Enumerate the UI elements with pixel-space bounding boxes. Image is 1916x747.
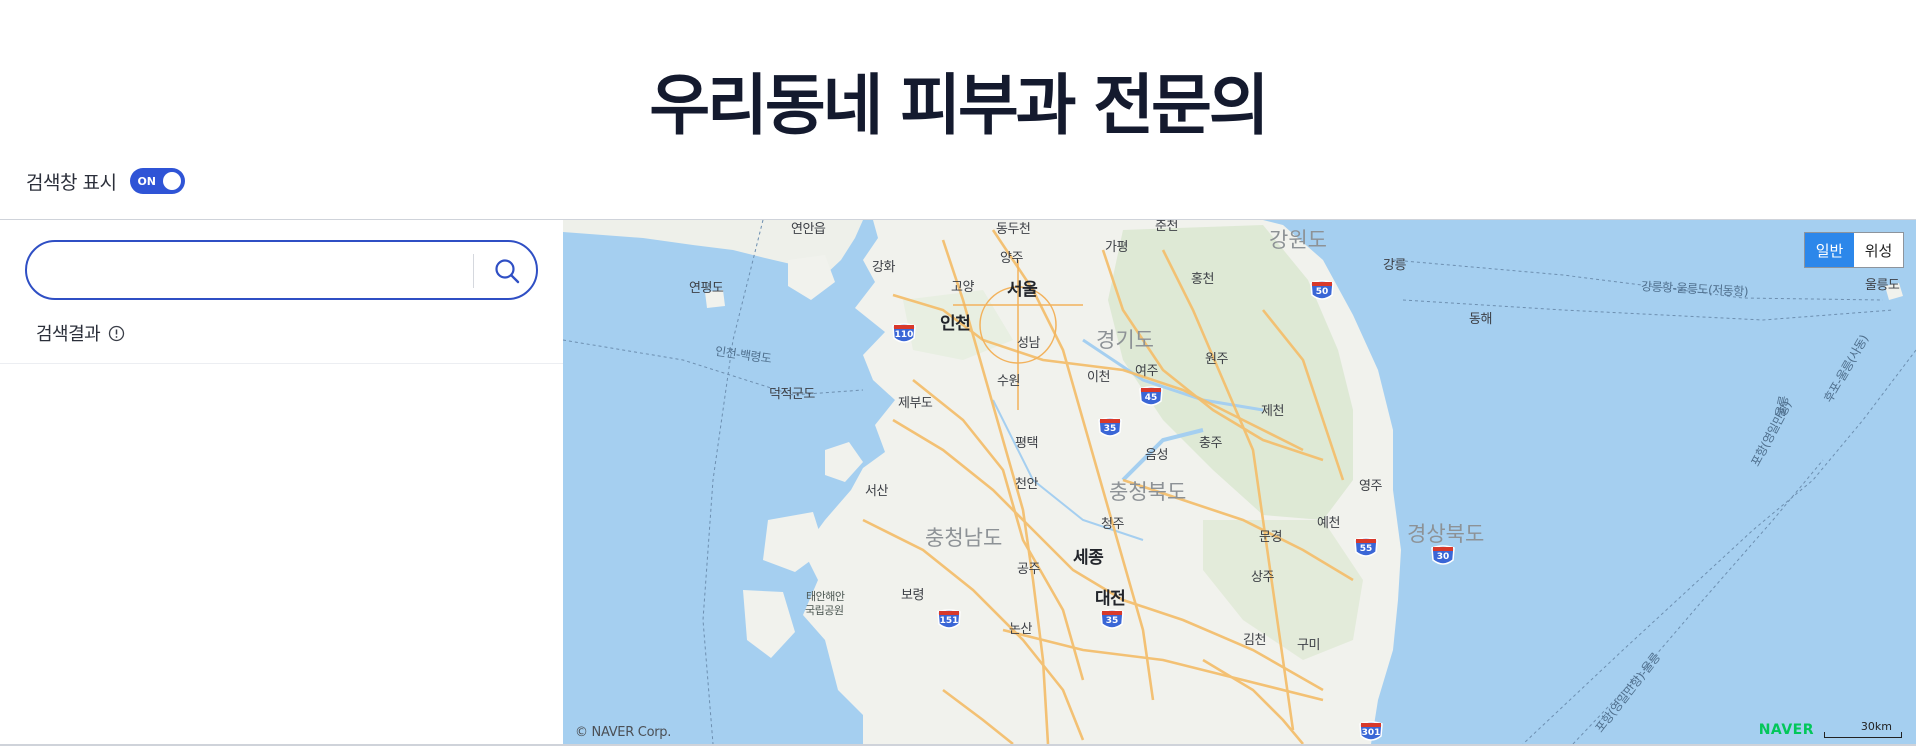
search-panel-toggle[interactable]: ON — [130, 168, 186, 194]
highway-number: 50 — [1315, 287, 1329, 297]
toggle-knob — [163, 172, 182, 190]
province-label: 강원도 — [1269, 228, 1327, 252]
city-label-sejong: 세종 — [1073, 548, 1104, 568]
place-label: 제부도 — [898, 396, 933, 411]
info-icon[interactable] — [108, 325, 125, 342]
place-label: 천안 — [1015, 477, 1038, 492]
highway-shield: 151 — [936, 608, 962, 632]
city-label-incheon: 인천 — [940, 314, 971, 334]
place-label: 음성 — [1145, 448, 1168, 463]
place-label: 양주 — [1000, 251, 1023, 266]
highway-shield: 55 — [1353, 536, 1379, 560]
highway-number: 55 — [1359, 544, 1373, 554]
place-label: 여주 — [1135, 364, 1158, 379]
place-label: 청주 — [1101, 517, 1124, 532]
map-type-control: 일반 위성 — [1804, 232, 1904, 268]
search-sidebar: 검색결과 — [0, 220, 563, 744]
place-label: 울릉도 — [1865, 278, 1900, 293]
place-label: 보령 — [901, 588, 924, 603]
page-title: 우리동네 피부과 전문의 — [649, 67, 1269, 144]
naver-logo[interactable]: NAVER — [1759, 722, 1814, 738]
place-label: 수원 — [997, 374, 1020, 389]
search-input[interactable] — [51, 252, 471, 288]
highway-number: 301 — [1361, 728, 1381, 738]
place-label: 성남 — [1017, 336, 1040, 351]
city-label-seoul: 서울 — [1007, 280, 1038, 300]
place-label: 제천 — [1261, 404, 1284, 419]
map-copyright: © NAVER Corp. — [575, 725, 672, 740]
place-label: 강릉 — [1383, 258, 1406, 273]
map-base — [563, 220, 1916, 744]
results-header: 검색결과 — [36, 320, 125, 346]
place-label: 가평 — [1105, 240, 1128, 255]
place-label: 덕적군도 — [769, 387, 815, 402]
map-scale: 30km — [1824, 720, 1902, 738]
highway-number: 35 — [1103, 424, 1117, 434]
highway-shield: 35 — [1097, 416, 1123, 440]
place-label: 동해 — [1469, 312, 1492, 327]
place-label: 춘천 — [1155, 220, 1178, 234]
place-label: 서산 — [865, 484, 888, 499]
highway-shield: 110 — [891, 322, 917, 346]
map-type-satellite-button[interactable]: 위성 — [1854, 233, 1903, 267]
highway-number: 110 — [894, 330, 914, 340]
highway-number: 45 — [1144, 393, 1158, 403]
place-label: 예천 — [1317, 516, 1340, 531]
place-label: 홍천 — [1191, 272, 1214, 287]
highway-number: 35 — [1105, 616, 1119, 626]
place-label: 평택 — [1015, 436, 1038, 451]
highway-shield: 50 — [1309, 279, 1335, 303]
highway-shield: 30 — [1430, 544, 1456, 568]
place-label: 연평도 — [689, 281, 724, 296]
place-label: 김천 — [1243, 633, 1266, 648]
search-toggle-label: 검색창 표시 — [26, 171, 117, 194]
place-label: 충주 — [1199, 436, 1222, 451]
place-label: 구미 — [1297, 638, 1320, 653]
place-label: 고양 — [951, 280, 974, 295]
place-label: 영주 — [1359, 479, 1382, 494]
search-icon — [495, 259, 520, 284]
results-label: 검색결과 — [36, 324, 101, 345]
place-label: 이천 — [1087, 370, 1110, 385]
footer-divider — [0, 744, 1916, 746]
place-label: 문경 — [1259, 530, 1282, 545]
results-divider — [0, 363, 563, 364]
place-label: 동두천 — [996, 222, 1031, 237]
highway-shield: 301 — [1358, 720, 1384, 744]
scale-bar — [1824, 732, 1902, 738]
province-label: 충청북도 — [1109, 480, 1187, 504]
search-toggle-row: 검색창 표시 ON — [26, 168, 186, 194]
park-label: 국립공원 — [805, 604, 844, 617]
city-label-daejeon: 대전 — [1095, 589, 1126, 609]
highway-number: 151 — [939, 616, 959, 626]
place-label: 공주 — [1017, 562, 1040, 577]
highway-number: 30 — [1436, 552, 1450, 562]
search-box — [25, 240, 538, 300]
place-label: 강화 — [872, 260, 895, 275]
place-label: 상주 — [1251, 570, 1274, 585]
province-label: 경기도 — [1096, 328, 1154, 352]
toggle-state-text: ON — [137, 174, 157, 188]
map-type-normal-button[interactable]: 일반 — [1805, 233, 1854, 267]
search-separator — [473, 254, 474, 288]
place-label: 논산 — [1009, 622, 1032, 637]
place-label: 원주 — [1205, 352, 1228, 367]
highway-shield: 35 — [1099, 608, 1125, 632]
map-view[interactable]: 연안읍 동두천 춘천 가평 강화 양주 고양 홍천 강릉 연평도 성남 동해 원… — [563, 220, 1916, 744]
place-label: 연안읍 — [791, 222, 826, 237]
province-label: 충청남도 — [925, 526, 1003, 550]
highway-shield: 45 — [1138, 385, 1164, 409]
search-button[interactable] — [489, 253, 525, 289]
